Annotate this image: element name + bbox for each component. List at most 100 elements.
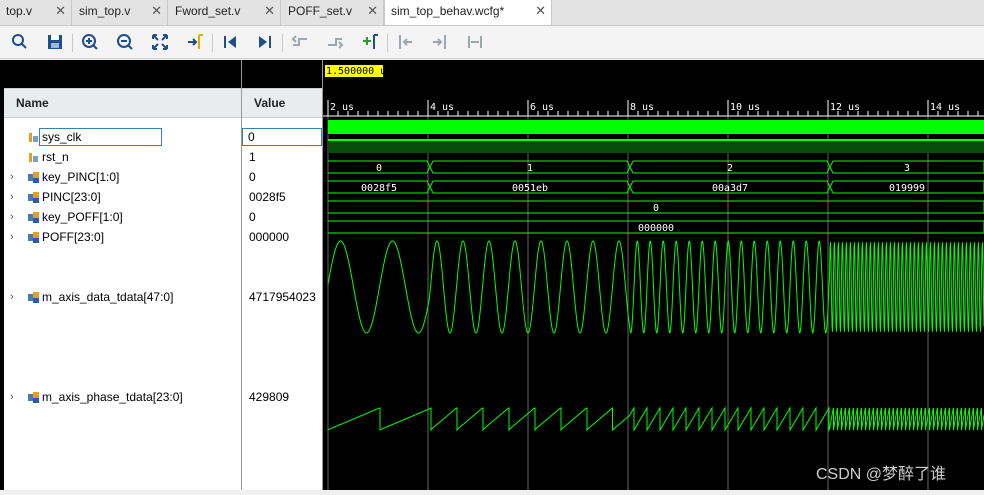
time-tick-label: 2 us (330, 102, 354, 113)
chevron-right-icon[interactable]: › (10, 188, 14, 206)
signal-name-panel: Name sys_clk rst_n › key_PINC[1:0] › PINC[23:… (4, 60, 241, 490)
bus-segment-label: 2 (727, 163, 733, 174)
signal-value: 0 (249, 210, 256, 224)
next-transition-icon[interactable] (325, 32, 345, 52)
rst-n-fill (328, 140, 984, 153)
signal-row[interactable]: sys_clk (4, 128, 241, 146)
time-tick-label: 10 us (730, 102, 760, 113)
bus-signal-icon (28, 292, 39, 303)
bus-wave (328, 160, 984, 174)
signal-name: m_axis_phase_tdata[23:0] (42, 390, 183, 404)
phase-saw-wave (327, 406, 984, 432)
signal-value-panel: Value 0 1 0 0028f5 0 000000 4717954023 429809 (242, 60, 322, 490)
name-panel-top-bar (4, 60, 241, 88)
tab-label: POFF_set.v (288, 4, 353, 18)
next-marker-icon[interactable] (430, 32, 450, 52)
search-icon[interactable] (10, 32, 30, 52)
signal-row[interactable]: rst_n (4, 148, 241, 166)
zoom-out-icon[interactable] (115, 32, 135, 52)
bus-segment-label: 0051eb (512, 183, 548, 194)
waveform-viewer[interactable]: 2 us 4 us 6 us 8 us 10 us 12 us 14 us 1.500000 … (323, 60, 984, 490)
editor-tab-bar: top.v ✕ sim_top.v ✕ Fword_set.v ✕ POFF_s… (0, 0, 984, 26)
signal-row[interactable]: › m_axis_phase_tdata[23:0] (4, 388, 241, 406)
bus-signal-icon (28, 192, 39, 203)
tab-label: sim_top_behav.wcfg* (391, 4, 505, 18)
save-icon[interactable] (45, 32, 65, 52)
signal-value: 1 (249, 150, 256, 164)
add-marker-icon[interactable] (360, 32, 380, 52)
bus-signal-icon (28, 392, 39, 403)
bus-wave (328, 180, 984, 194)
watermark: CSDN @梦醉了谁 (816, 466, 947, 483)
close-icon[interactable]: ✕ (535, 0, 546, 22)
tab-poff-set-v[interactable]: POFF_set.v ✕ (282, 0, 384, 25)
value-panel-top-bar (242, 60, 322, 88)
signal-row[interactable]: › m_axis_data_tdata[47:0] (4, 288, 241, 306)
time-tick-label: 14 us (930, 102, 960, 113)
signal-name: key_PINC[1:0] (42, 170, 120, 184)
signal-name: sys_clk (39, 128, 163, 146)
close-icon[interactable]: ✕ (367, 0, 378, 22)
name-column-header[interactable]: Name (4, 88, 241, 118)
sys-clk-wave (328, 120, 984, 134)
bus-segment-label: 00a3d7 (712, 183, 748, 194)
signal-name: PINC[23:0] (42, 190, 101, 204)
cursor-time-label: 1.500000 u (326, 66, 386, 77)
swap-cursors-icon[interactable] (465, 32, 485, 52)
time-tick-label: 12 us (830, 102, 860, 113)
tab-label: sim_top.v (79, 4, 131, 18)
time-tick-label: 6 us (530, 102, 554, 113)
signal-value: 4717954023 (249, 290, 316, 304)
go-to-time-zero-icon[interactable] (220, 32, 240, 52)
go-to-last-time-icon[interactable] (255, 32, 275, 52)
close-icon[interactable]: ✕ (264, 0, 275, 22)
chevron-right-icon[interactable]: › (10, 168, 14, 186)
tab-top-v[interactable]: top.v ✕ (0, 0, 72, 25)
waveform-canvas[interactable]: 2 us 4 us 6 us 8 us 10 us 12 us 14 us 1.500000 … (323, 60, 984, 490)
previous-transition-icon[interactable] (290, 32, 310, 52)
bus-segment-label: 000000 (638, 223, 674, 234)
close-icon[interactable]: ✕ (55, 0, 66, 22)
close-icon[interactable]: ✕ (151, 0, 162, 22)
bus-segment-label: 019999 (889, 183, 925, 194)
signal-value: 429809 (249, 390, 290, 404)
bit-signal-icon (29, 153, 38, 162)
signal-value: 0028f5 (249, 190, 286, 204)
chevron-right-icon[interactable]: › (10, 228, 14, 246)
bus-segment-label: 0 (376, 163, 382, 174)
value-column-header[interactable]: Value (242, 88, 322, 118)
signal-row[interactable]: › POFF[23:0] (4, 228, 241, 246)
signal-name: POFF[23:0] (42, 230, 105, 244)
signal-value: 0 (249, 170, 256, 184)
zoom-in-icon[interactable] (80, 32, 100, 52)
chevron-right-icon[interactable]: › (10, 388, 14, 406)
signal-name: rst_n (42, 150, 69, 164)
chevron-right-icon[interactable]: › (10, 288, 14, 306)
time-tick-label: 4 us (430, 102, 454, 113)
signal-row[interactable]: › key_PINC[1:0] (4, 168, 241, 186)
go-to-cursor-icon[interactable] (185, 32, 205, 52)
signal-row[interactable]: › key_POFF[1:0] (4, 208, 241, 226)
signal-name: key_POFF[1:0] (42, 210, 123, 224)
bus-segment-label: 3 (904, 163, 910, 174)
bus-segment-label: 0028f5 (361, 183, 397, 194)
signal-row[interactable]: › PINC[23:0] (4, 188, 241, 206)
bus-signal-icon (28, 232, 39, 243)
signal-name: m_axis_data_tdata[47:0] (42, 290, 174, 304)
signal-value: 000000 (249, 230, 290, 244)
bus-signal-icon (28, 212, 39, 223)
tab-sim-top-v[interactable]: sim_top.v ✕ (73, 0, 168, 25)
time-tick-label: 8 us (630, 102, 654, 113)
signal-value: 0 (242, 128, 322, 146)
waveform-toolbar (0, 26, 984, 59)
tab-sim-top-behav-wcfg[interactable]: sim_top_behav.wcfg* ✕ (384, 0, 552, 25)
zoom-fit-icon[interactable] (150, 32, 170, 52)
bus-signal-icon (28, 172, 39, 183)
tab-label: top.v (6, 4, 33, 18)
data-sine-wave (327, 240, 984, 334)
previous-marker-icon[interactable] (395, 32, 415, 52)
chevron-right-icon[interactable]: › (10, 208, 14, 226)
tab-label: Fword_set.v (175, 4, 241, 18)
bit-signal-icon (29, 133, 38, 142)
tab-fword-set-v[interactable]: Fword_set.v ✕ (169, 0, 281, 25)
